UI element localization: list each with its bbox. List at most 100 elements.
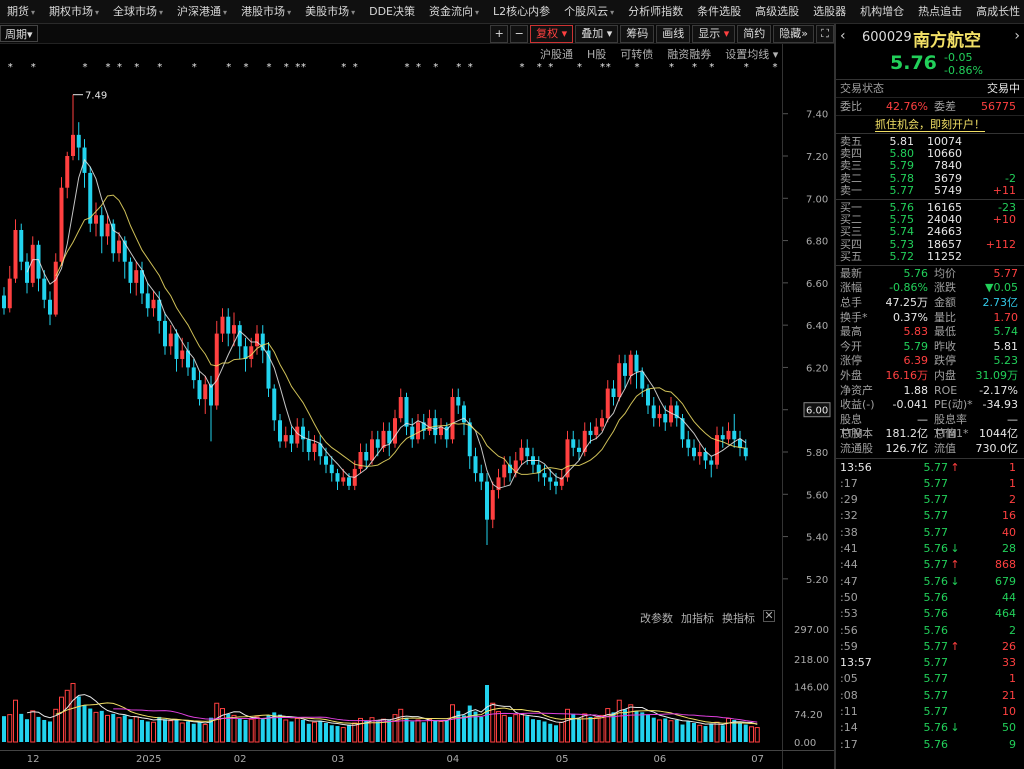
fuquan-button[interactable]: 复权 ▾ xyxy=(530,25,574,43)
bids-row: 买四 5.73 18657 +112 xyxy=(836,238,1024,251)
event-marker[interactable]: * xyxy=(537,62,542,73)
tick-row[interactable]: :29 5.77 2 xyxy=(836,492,1024,508)
nav-item-5[interactable]: 美股市场 ▾ xyxy=(298,0,362,23)
event-marker[interactable]: * xyxy=(405,62,410,73)
nav-item-10[interactable]: 分析师指数 xyxy=(621,0,690,23)
event-marker[interactable]: * xyxy=(353,62,358,73)
event-marker[interactable]: * xyxy=(548,62,553,73)
hide-button[interactable]: 隐藏» xyxy=(773,25,814,43)
event-marker[interactable]: * xyxy=(468,62,473,73)
nav-item-1[interactable]: 期权市场 ▾ xyxy=(42,0,106,23)
prev-stock-icon[interactable]: ‹ xyxy=(840,28,846,44)
volume-chart[interactable]: 297.00 218.00 146.00 74.20 0.00 xyxy=(0,622,834,750)
tick-row[interactable]: :32 5.77 16 xyxy=(836,508,1024,524)
sub-link-2[interactable]: 可转债 xyxy=(620,46,653,62)
event-marker[interactable]: * xyxy=(520,62,525,73)
simple-mode-button[interactable]: 简约 xyxy=(737,25,772,43)
event-marker[interactable]: * xyxy=(301,62,306,73)
tick-row[interactable]: :38 5.77 40 xyxy=(836,525,1024,541)
period-select[interactable]: 周期▾ xyxy=(0,25,38,42)
nav-item-13[interactable]: 选股器 xyxy=(806,0,853,23)
tick-row[interactable]: :59 5.77 ↑ 26 xyxy=(836,639,1024,655)
book-volume: 3679 xyxy=(934,171,962,185)
candle-body xyxy=(588,430,593,436)
tick-row[interactable]: :17 5.77 1 xyxy=(836,476,1024,492)
tick-row[interactable]: :05 5.77 1 xyxy=(836,671,1024,687)
event-marker[interactable]: * xyxy=(192,62,197,73)
event-marker[interactable]: * xyxy=(692,62,697,73)
event-marker[interactable]: * xyxy=(416,62,421,73)
sub-link-0[interactable]: 沪股通 xyxy=(540,46,573,62)
candle-body xyxy=(393,418,397,444)
tick-row[interactable]: :14 5.76 ↓ 50 xyxy=(836,720,1024,736)
event-marker[interactable]: * xyxy=(134,62,139,73)
nav-item-9[interactable]: 个股风云 ▾ xyxy=(557,0,621,23)
event-marker[interactable]: * xyxy=(709,62,714,73)
nav-item-12[interactable]: 高级选股 xyxy=(748,0,806,23)
close-icon[interactable]: ✕ xyxy=(763,610,775,622)
candle-body xyxy=(214,333,219,406)
event-marker[interactable]: * xyxy=(577,62,582,73)
event-marker[interactable]: * xyxy=(157,62,162,73)
tick-row[interactable]: :17 5.76 9 xyxy=(836,737,1024,753)
event-marker[interactable]: * xyxy=(773,62,778,73)
tick-arrow xyxy=(948,671,962,687)
display-button[interactable]: 显示 ▾ xyxy=(692,25,736,43)
open-account-link[interactable]: 抓住机会，即刻开户！ xyxy=(836,116,1024,134)
tick-row[interactable]: :11 5.77 10 xyxy=(836,704,1024,720)
nav-item-8[interactable]: L2核心内参 xyxy=(486,0,557,23)
nav-item-7[interactable]: 资金流向 ▾ xyxy=(422,0,486,23)
stat-value: 6.39 xyxy=(903,354,929,368)
nav-item-0[interactable]: 期货 ▾ xyxy=(0,0,42,23)
event-marker[interactable]: * xyxy=(295,62,300,73)
nav-item-2[interactable]: 全球市场 ▾ xyxy=(106,0,170,23)
tick-row[interactable]: 13:56 5.77 ↑ 1 xyxy=(836,460,1024,476)
event-marker[interactable]: * xyxy=(635,62,640,73)
expand-icon[interactable]: ⛶ xyxy=(816,25,834,43)
nav-item-6[interactable]: DDE决策 xyxy=(362,0,422,23)
event-marker[interactable]: * xyxy=(600,62,605,73)
tick-row[interactable]: :47 5.76 ↓ 679 xyxy=(836,574,1024,590)
tick-row[interactable]: :56 5.76 2 xyxy=(836,623,1024,639)
tick-list[interactable]: 13:56 5.77 ↑ 1:17 5.77 1:29 5.77 2:32 5.77 16:38 5… xyxy=(836,459,1024,753)
nav-item-15[interactable]: 热点追击 xyxy=(911,0,969,23)
event-marker[interactable]: * xyxy=(226,62,231,73)
chips-button[interactable]: 筹码 xyxy=(620,25,655,43)
event-marker[interactable]: * xyxy=(284,62,289,73)
event-marker[interactable]: * xyxy=(83,62,88,73)
event-marker[interactable]: * xyxy=(341,62,346,73)
tick-row[interactable]: :44 5.77 ↑ 868 xyxy=(836,557,1024,573)
event-marker[interactable]: * xyxy=(106,62,111,73)
event-marker[interactable]: * xyxy=(433,62,438,73)
nav-item-3[interactable]: 沪深港通 ▾ xyxy=(170,0,234,23)
candle-body xyxy=(232,325,236,334)
tick-row[interactable]: :53 5.76 464 xyxy=(836,606,1024,622)
tick-row[interactable]: :50 5.76 44 xyxy=(836,590,1024,606)
event-marker[interactable]: * xyxy=(31,62,36,73)
event-marker[interactable]: * xyxy=(744,62,749,73)
sub-link-3[interactable]: 融资融券 xyxy=(667,46,711,62)
sub-link-4[interactable]: 设置均线 ▾ xyxy=(725,46,778,62)
candlestick-chart[interactable]: 7.40 7.20 7.00 6.80 6.60 6.40 6.20 6.00 5.80 5.60… xyxy=(0,76,834,606)
nav-item-11[interactable]: 条件选股 xyxy=(690,0,748,23)
next-stock-icon[interactable]: › xyxy=(1014,28,1020,44)
zoom-out-button[interactable]: − xyxy=(510,25,529,43)
event-marker[interactable]: * xyxy=(606,62,611,73)
event-marker[interactable]: * xyxy=(456,62,461,73)
zoom-in-button[interactable]: + xyxy=(490,25,509,43)
event-marker[interactable]: * xyxy=(117,62,122,73)
nav-item-14[interactable]: 机构增仓 xyxy=(853,0,911,23)
nav-item-4[interactable]: 港股市场 ▾ xyxy=(234,0,298,23)
event-marker[interactable]: * xyxy=(244,62,249,73)
nav-item-16[interactable]: 高成长性 xyxy=(969,0,1024,23)
draw-line-button[interactable]: 画线 xyxy=(656,25,691,43)
volume-bar xyxy=(358,717,363,743)
event-marker[interactable]: * xyxy=(267,62,272,73)
sub-link-1[interactable]: H股 xyxy=(587,46,606,62)
event-marker[interactable]: * xyxy=(8,62,13,73)
tick-row[interactable]: :08 5.77 21 xyxy=(836,688,1024,704)
tick-row[interactable]: 13:57 5.77 33 xyxy=(836,655,1024,671)
overlay-button[interactable]: 叠加 ▾ xyxy=(575,25,619,43)
event-marker[interactable]: * xyxy=(669,62,674,73)
tick-row[interactable]: :41 5.76 ↓ 28 xyxy=(836,541,1024,557)
